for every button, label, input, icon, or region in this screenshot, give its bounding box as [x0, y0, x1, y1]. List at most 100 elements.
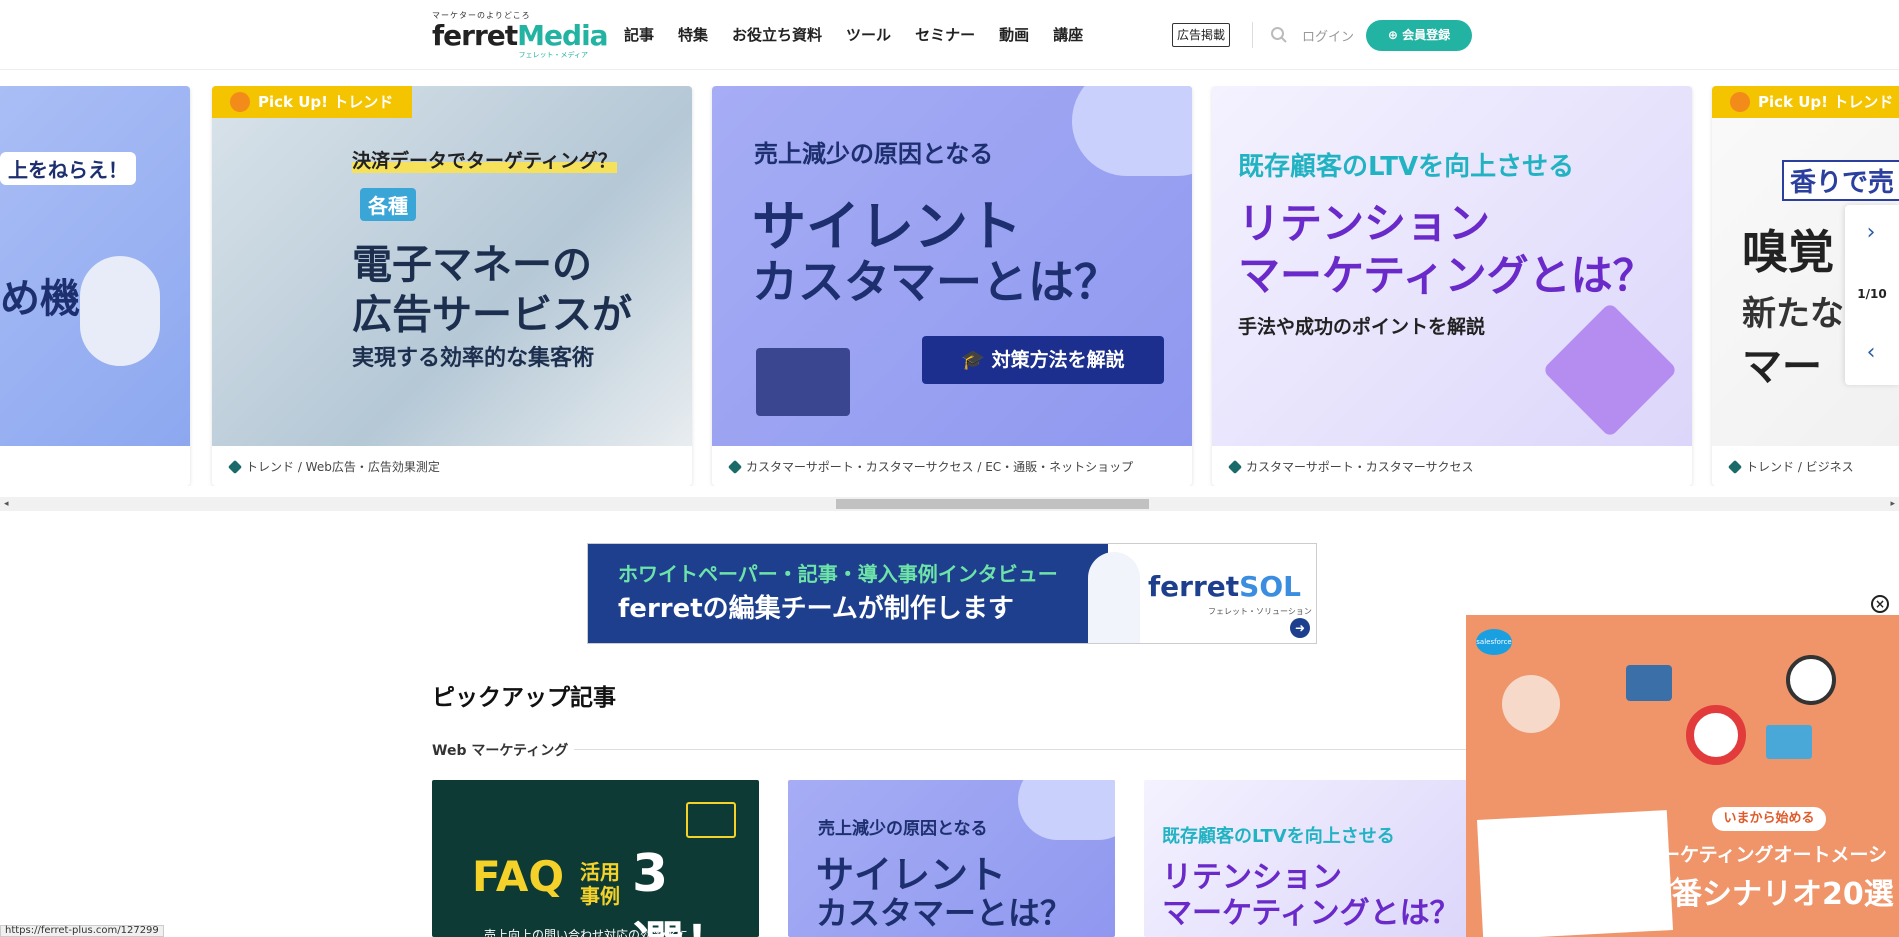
card-headline: 香りで売	[1782, 160, 1899, 201]
card-headline: 売上減少の原因となる	[754, 140, 994, 168]
scroll-right-icon[interactable]: ▸	[1890, 497, 1895, 511]
card-headline-badge: 各種	[360, 188, 416, 221]
carousel-card[interactable]: 売上減少の原因となる サイレント カスタマーとは？ 🎓 対策方法を解説 カスタマ…	[712, 86, 1192, 486]
signup-button[interactable]: ⊕ 会員登録	[1366, 20, 1472, 51]
card-headline: 手法や成功のポイントを解説	[1238, 316, 1486, 338]
add-user-icon: ⊕	[1387, 28, 1403, 42]
site-header: マーケターのよりどころ ferretMedia フェレット・メディア 記事 特集…	[0, 0, 1899, 70]
category-divider	[574, 749, 1474, 750]
carousel-controls: › 1/10 ‹	[1845, 205, 1899, 385]
advertise-button[interactable]: 広告掲載	[1172, 23, 1230, 47]
next-arrow-icon[interactable]: ›	[1863, 222, 1879, 244]
robot-illustration	[80, 256, 160, 366]
nav-item-features[interactable]: 特集	[678, 24, 708, 45]
nav-item-videos[interactable]: 動画	[999, 24, 1029, 45]
logo-wordmark: ferretMedia	[432, 19, 609, 52]
header-divider	[1252, 22, 1253, 48]
ferret-media-logo[interactable]: マーケターのよりどころ ferretMedia フェレット・メディア	[432, 10, 609, 60]
cart-icon	[686, 802, 736, 838]
article-headline: 売上向上の問い合わせ対応の効率化に	[484, 928, 689, 937]
logo-subtitle: フェレット・メディア	[518, 51, 588, 59]
scrollbar-thumb[interactable]	[836, 499, 1149, 509]
tag-icon	[1727, 459, 1743, 475]
carousel-card[interactable]: 既存顧客のLTVを向上させる リテンション マーケティングとは？ 手法や成功のポ…	[1212, 86, 1692, 486]
article-headline: 売上減少の原因となる	[818, 819, 988, 839]
banner-line1: ホワイトペーパー・記事・導入事例インタビュー	[618, 562, 1058, 586]
pickup-trend-label: Pick Up! トレンド	[1712, 86, 1899, 118]
card-image: 売上減少の原因となる サイレント カスタマーとは？ 🎓 対策方法を解説	[712, 86, 1192, 446]
person-illustration	[1088, 552, 1140, 643]
arrow-right-icon[interactable]: ➜	[1290, 618, 1310, 638]
decor-blob	[1018, 780, 1115, 840]
3d-illustration	[1542, 302, 1678, 438]
pickup-trend-label: Pick Up! トレンド	[212, 86, 412, 118]
salesforce-logo: salesforce	[1476, 629, 1512, 655]
article-headline: 3選！	[632, 844, 736, 937]
banner-brand: ferretSOL	[1148, 570, 1301, 603]
card-tags: カスタマーサポート・カスタマーサクセス	[1227, 458, 1474, 475]
target-icon	[1686, 705, 1746, 765]
pickup-carousel[interactable]: 上をねらえ！ め機能 Pick Up! トレンド 決済データでターゲティング？ …	[0, 86, 1899, 486]
close-icon[interactable]: ×	[1871, 595, 1889, 613]
card-tags: トレンド / ビジネス	[1727, 458, 1854, 475]
card-headline: 上をねらえ！	[0, 152, 136, 185]
presenter-avatar	[1502, 675, 1560, 733]
search-icon[interactable]	[1270, 26, 1288, 44]
scroll-left-icon[interactable]: ◂	[4, 497, 9, 511]
nav-item-tools[interactable]: ツール	[846, 24, 891, 45]
review-illustration	[756, 348, 850, 416]
article-card[interactable]: FAQ 活用 事例 3選！ 売上向上の問い合わせ対応の効率化に	[432, 780, 759, 937]
main-nav: 記事 特集 お役立ち資料 ツール セミナー 動画 講座	[624, 24, 1083, 45]
card-image: 既存顧客のLTVを向上させる リテンション マーケティングとは？ 手法や成功のポ…	[1212, 86, 1692, 446]
ad-pill: いまから始める	[1712, 807, 1826, 831]
category-label: Web マーケティング	[432, 743, 569, 759]
login-link[interactable]: ログイン	[1302, 26, 1354, 45]
banner-line2: ferretの編集チームが制作します	[618, 594, 1014, 624]
banner-brand-sub: フェレット・ソリューション	[1208, 607, 1312, 616]
graduation-cap-icon: 🎓	[961, 349, 992, 371]
card-tags: トレンド / Web広告・広告効果測定	[227, 458, 440, 475]
nav-item-courses[interactable]: 講座	[1053, 24, 1083, 45]
card-image: 上をねらえ！ め機能	[0, 86, 190, 446]
card-cta-label: 🎓 対策方法を解説	[922, 336, 1164, 384]
card-headline: カスタマーとは？	[752, 255, 1120, 309]
clock-icon	[1786, 655, 1836, 705]
tag-icon	[727, 459, 743, 475]
tag-icon	[227, 459, 243, 475]
article-headline: FAQ	[472, 852, 565, 901]
carousel-card[interactable]: 上をねらえ！ め機能	[0, 86, 190, 486]
article-headline: 既存顧客のLTVを向上させる	[1162, 826, 1395, 847]
card-headline: 実現する効率的な集客術	[352, 346, 595, 371]
nav-item-seminars[interactable]: セミナー	[915, 24, 975, 45]
article-card[interactable]: 売上減少の原因となる サイレント カスタマーとは？	[788, 780, 1115, 937]
section-title: ピックアップ記事	[432, 685, 616, 711]
article-headline: マーケティングとは？	[1162, 896, 1460, 931]
ferret-sol-banner[interactable]: ホワイトペーパー・記事・導入事例インタビュー ferretの編集チームが制作しま…	[587, 543, 1317, 644]
article-headline: カスタマーとは？	[816, 894, 1073, 932]
card-tags: カスタマーサポート・カスタマーサクセス / EC・通販・ネットショップ	[727, 458, 1133, 475]
card-headline: 嗅覚	[1742, 225, 1834, 279]
carousel-card[interactable]: Pick Up! トレンド 決済データでターゲティング？ 各種 電子マネーの 広…	[212, 86, 692, 486]
nav-item-articles[interactable]: 記事	[624, 24, 654, 45]
nav-item-resources[interactable]: お役立ち資料	[732, 24, 822, 45]
status-bar-url: https://ferret-plus.com/127299	[0, 925, 164, 937]
prev-arrow-icon[interactable]: ‹	[1863, 342, 1879, 364]
article-headline: 事例	[580, 884, 620, 908]
decor-blob	[1072, 86, 1192, 176]
marketing-icons-illustration	[1616, 645, 1876, 795]
card-headline: マーケティングとは？	[1238, 251, 1655, 300]
card-headline: 広告サービスが	[352, 292, 632, 338]
carousel-scrollbar[interactable]: ◂ ▸	[0, 497, 1899, 511]
monitor-icon	[1766, 725, 1812, 759]
signup-label: 会員登録	[1402, 28, 1451, 42]
ad-headline-2: 定番シナリオ20選	[1642, 877, 1894, 912]
card-headline: 新たな	[1742, 294, 1844, 334]
article-card[interactable]: 既存顧客のLTVを向上させる リテンション マーケティングとは？	[1144, 780, 1471, 937]
slide-counter: 1/10	[1857, 287, 1887, 301]
card-image: Pick Up! トレンド 決済データでターゲティング？ 各種 電子マネーの 広…	[212, 86, 692, 446]
card-headline: マー	[1742, 344, 1822, 390]
card-headline: 既存顧客のLTVを向上させる	[1238, 152, 1575, 182]
card-headline: 決済データでターゲティング？	[352, 146, 617, 173]
tag-icon	[1227, 459, 1243, 475]
floating-ad[interactable]: salesforce いまから始める マーケティングオートメーション 定番シナリ…	[1466, 615, 1899, 937]
